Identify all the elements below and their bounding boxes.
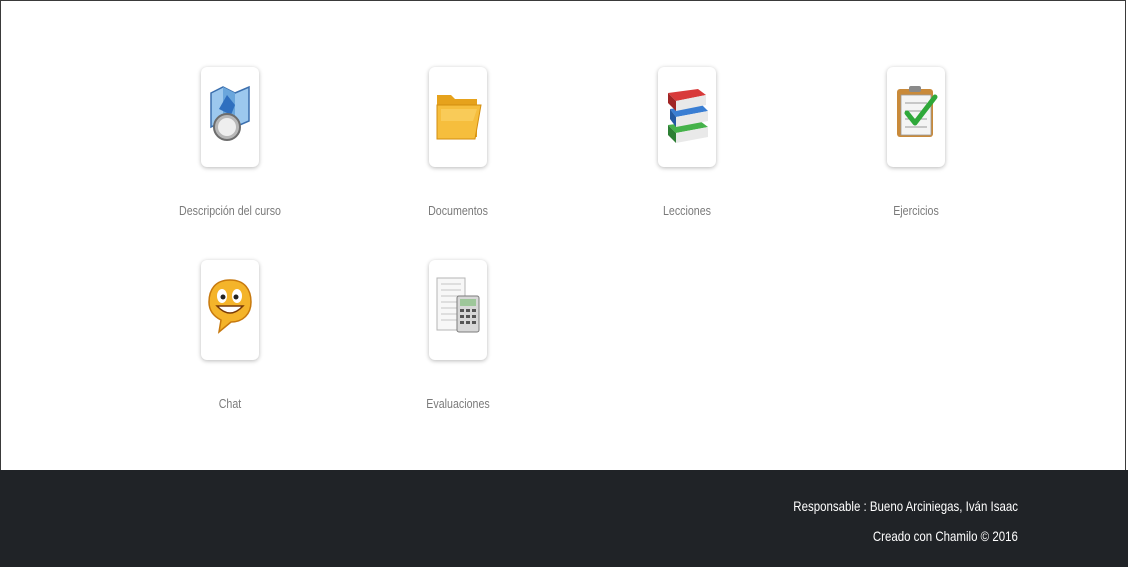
quiz-checklist-icon (897, 86, 938, 137)
course-tools-grid: Descripción del curso Documentos Leccion… (0, 0, 1128, 470)
tool-course-description[interactable]: Descripción del curso (150, 67, 310, 218)
tool-tile[interactable] (658, 67, 716, 167)
footer-responsible: Responsable : Bueno Arciniegas, Iván Isa… (793, 498, 1018, 514)
tool-tile[interactable] (429, 260, 487, 360)
tool-assessments[interactable]: Evaluaciones (378, 260, 538, 411)
tool-lessons[interactable]: Lecciones (607, 67, 767, 218)
tool-label[interactable]: Descripción del curso (164, 203, 295, 218)
footer: Responsable : Bueno Arciniegas, Iván Isa… (0, 470, 1128, 567)
folder-icon (436, 95, 482, 140)
tool-tile[interactable] (887, 67, 945, 167)
course-description-icon (210, 85, 250, 141)
tool-chat[interactable]: Chat (150, 260, 310, 411)
tool-tile[interactable] (201, 260, 259, 360)
tool-label[interactable]: Chat (164, 396, 295, 411)
smiley-chat-icon (208, 279, 252, 334)
tool-label[interactable]: Lecciones (621, 203, 752, 218)
books-icon (668, 89, 708, 143)
tool-label[interactable]: Ejercicios (850, 203, 981, 218)
tool-documents[interactable]: Documentos (378, 67, 538, 218)
tool-exercises[interactable]: Ejercicios (836, 67, 996, 218)
tool-tile[interactable] (201, 67, 259, 167)
tool-label[interactable]: Documentos (392, 203, 523, 218)
footer-credits: Creado con Chamilo © 2016 (872, 528, 1018, 544)
tool-tile[interactable] (429, 67, 487, 167)
gradebook-calculator-icon (436, 277, 480, 333)
tool-label[interactable]: Evaluaciones (392, 396, 523, 411)
